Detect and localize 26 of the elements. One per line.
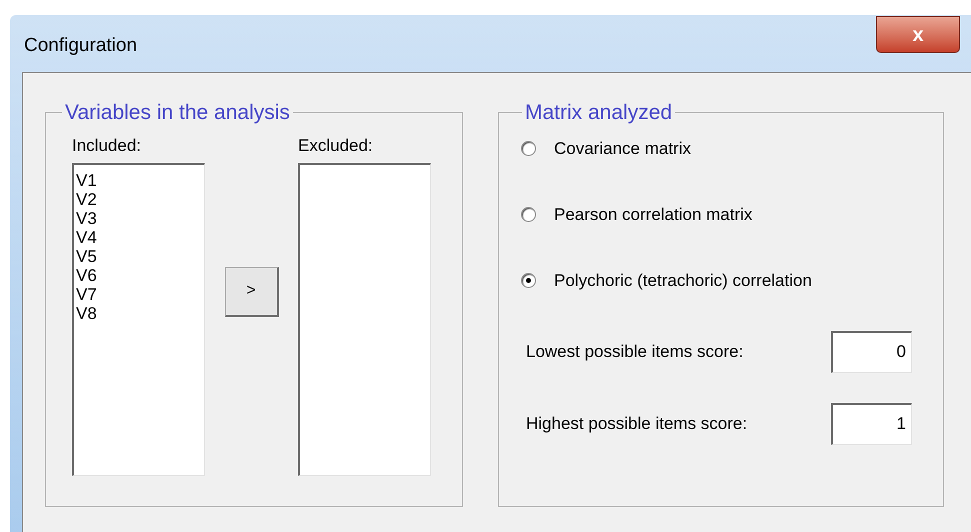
excluded-label: Excluded: — [298, 134, 374, 156]
group-title: Matrix analyzed — [524, 100, 674, 126]
radio-label[interactable]: Pearson correlation matrix — [554, 202, 752, 228]
list-item[interactable]: V1 — [76, 170, 202, 190]
list-item[interactable]: V2 — [76, 190, 202, 208]
radio-label[interactable]: Polychoric (tetrachoric) correlation — [554, 268, 812, 294]
radio-button[interactable] — [521, 273, 536, 288]
excluded-list[interactable] — [298, 162, 431, 476]
list-item[interactable]: V4 — [76, 228, 202, 246]
move-button[interactable]: > — [224, 266, 278, 316]
included-list[interactable]: V1 V2 V3 V4 V5 V6 V7 V8 — [72, 162, 205, 476]
radio-button[interactable] — [521, 207, 536, 222]
included-label: Included: — [72, 134, 142, 156]
list-item[interactable]: V7 — [76, 284, 202, 304]
list-item[interactable]: V6 — [76, 266, 202, 284]
list-item[interactable]: V5 — [76, 246, 202, 266]
field-label: Highest possible items score: — [526, 412, 748, 435]
window-title: Configuration — [24, 34, 138, 58]
radio-label[interactable]: Covariance matrix — [554, 136, 691, 162]
score-field[interactable]: 0 — [831, 330, 912, 372]
group-title: Variables in the analysis — [64, 100, 291, 126]
list-item[interactable]: V3 — [76, 208, 202, 228]
list-item[interactable]: V8 — [76, 304, 202, 322]
field-label: Lowest possible items score: — [526, 340, 744, 363]
score-field[interactable]: 1 — [831, 402, 912, 444]
radio-button[interactable] — [521, 141, 536, 156]
